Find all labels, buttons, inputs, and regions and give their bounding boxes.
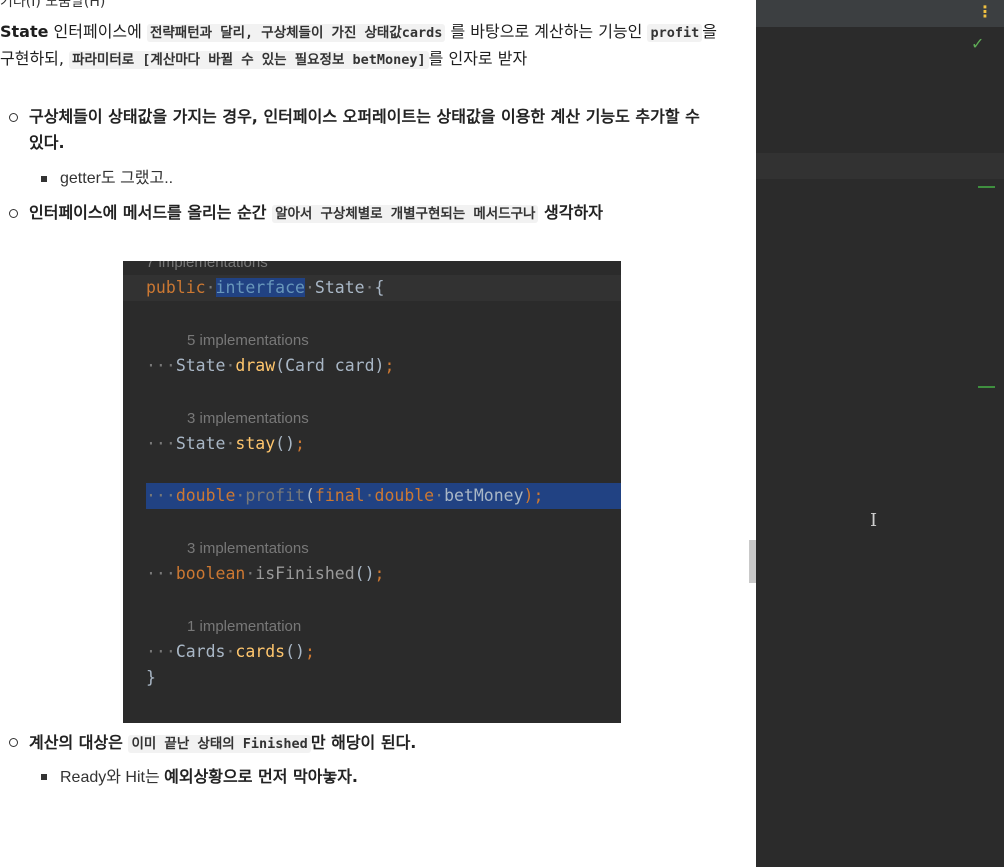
code-hint: 3 implementations bbox=[187, 410, 309, 427]
indent-dots: ··· bbox=[146, 486, 176, 505]
code-keyword: public bbox=[146, 278, 206, 297]
bullet-circle bbox=[9, 209, 18, 218]
code-line: ···boolean·isFinished(); bbox=[146, 564, 385, 583]
bullet-square bbox=[41, 176, 47, 182]
indent-dots: ··· bbox=[146, 356, 176, 375]
more-options-icon[interactable]: ⋮ bbox=[977, 2, 993, 21]
code-hint: 3 implementations bbox=[187, 540, 309, 557]
code-method-unused: isFinished bbox=[255, 564, 355, 583]
list-item-text: 인터페이스에 메서드를 올리는 순간 bbox=[29, 203, 273, 222]
intro-text-1: 인터페이스에 bbox=[48, 22, 147, 41]
intro-text-2: 를 바탕으로 계산하는 기능인 bbox=[445, 22, 648, 41]
code-hint: 1 implementation bbox=[187, 618, 302, 635]
code-method: draw bbox=[235, 356, 276, 375]
list-item-text: 만 해당이 된다. bbox=[310, 733, 417, 752]
gutter-change-marker bbox=[978, 186, 995, 188]
document-pane: 기타(I) 도움말(H) State 인터페이스에 전략패턴과 달리, 구상체들… bbox=[0, 0, 756, 867]
code-keyword: boolean bbox=[175, 564, 246, 583]
code-semicolon: ; bbox=[384, 356, 395, 375]
list-item-text: 계산의 대상은 bbox=[29, 733, 129, 752]
code-args: (Card card) bbox=[275, 356, 385, 375]
code-paren-semicolon: ); bbox=[523, 486, 544, 505]
list-item: Ready와 Hit는 예외상황으로 먼저 막아놓자. bbox=[60, 764, 358, 791]
bullet-circle bbox=[9, 113, 18, 122]
check-icon: ✓ bbox=[971, 34, 985, 53]
list-item: 인터페이스에 메서드를 올리는 순간 알아서 구상체별로 개별구현되는 메서드구… bbox=[29, 200, 719, 227]
intro-code-3: 파라미터로 [계산마다 바뀔 수 있는 필요정보 betMoney] bbox=[69, 51, 429, 69]
gutter-change-marker bbox=[978, 386, 995, 388]
intro-lead: State bbox=[0, 22, 49, 41]
code-keyword-highlight: interface bbox=[215, 278, 305, 297]
code-semicolon: ; bbox=[374, 564, 385, 583]
intro-code-1: 전략패턴과 달리, 구상체들이 가진 상태값cards bbox=[146, 24, 446, 42]
indent-dots: ··· bbox=[146, 564, 176, 583]
text-cursor-icon: I bbox=[870, 510, 878, 531]
code-keyword: double bbox=[374, 486, 435, 505]
code-args: () bbox=[285, 642, 305, 661]
list-item: getter도 그랬고.. bbox=[60, 170, 174, 187]
code-method: stay bbox=[235, 434, 276, 453]
code-keyword: double bbox=[175, 486, 236, 505]
code-args: () bbox=[275, 434, 296, 453]
code-type: State bbox=[175, 434, 226, 453]
code-line: ···Cards·cards(); bbox=[146, 642, 315, 661]
code-hint: 5 implementations bbox=[187, 332, 309, 349]
bullet-square bbox=[41, 774, 47, 780]
ide-editor-pane[interactable]: ⋮ ✓ I bbox=[756, 0, 1004, 867]
document-scrollbar-thumb[interactable] bbox=[749, 540, 756, 583]
intro-code-2: profit bbox=[647, 24, 703, 42]
code-line-selected: ···double·profit(final·double·betMoney); bbox=[146, 483, 621, 509]
code-screenshot-image: 7 implementations public·interface·State… bbox=[123, 261, 621, 723]
intro-text-4: 를 인자로 받자 bbox=[428, 49, 528, 68]
code-line: ···State·draw(Card card); bbox=[146, 356, 395, 375]
code-identifier: State bbox=[314, 278, 365, 297]
code-line: ···State·stay(); bbox=[146, 434, 305, 453]
list-item-text-bold: 예외상황으로 먼저 막아놓자. bbox=[164, 767, 358, 786]
code-paren: ( bbox=[304, 486, 315, 505]
bullet-circle bbox=[9, 738, 18, 747]
list-item-code: 알아서 구상체별로 개별구현되는 메서드구나 bbox=[272, 205, 539, 223]
code-line-current: public·interface·State·{ bbox=[123, 275, 621, 301]
code-args: () bbox=[354, 564, 375, 583]
menu-bar-fragment[interactable]: 기타(I) 도움말(H) bbox=[0, 0, 105, 11]
indent-dots: ··· bbox=[146, 642, 176, 661]
code-keyword: final bbox=[314, 486, 365, 505]
current-line-band bbox=[756, 153, 1004, 179]
code-method-unused: profit bbox=[245, 486, 305, 505]
code-method: cards bbox=[235, 642, 286, 661]
code-type: Cards bbox=[175, 642, 226, 661]
list-item-text: Ready와 Hit는 bbox=[60, 769, 165, 786]
code-param: betMoney bbox=[444, 486, 524, 505]
list-item: 구상체들이 상태값을 가지는 경우, 인터페이스 오퍼레이트는 상태값을 이용한… bbox=[29, 107, 700, 152]
ide-toolbar: ⋮ bbox=[756, 0, 1004, 27]
list-item-code: 이미 끝난 상태의 Finished bbox=[128, 735, 311, 753]
code-hint: 7 implementations bbox=[146, 261, 268, 271]
code-semicolon: ; bbox=[295, 434, 305, 453]
code-brace: { bbox=[374, 278, 385, 297]
code-type: State bbox=[175, 356, 226, 375]
list-item: 계산의 대상은 이미 끝난 상태의 Finished 만 해당이 된다. bbox=[29, 730, 719, 757]
indent-dots: ··· bbox=[146, 434, 176, 453]
code-semicolon: ; bbox=[304, 642, 315, 661]
intro-paragraph: State 인터페이스에 전략패턴과 달리, 구상체들이 가진 상태값cards… bbox=[0, 19, 720, 73]
code-brace: } bbox=[146, 668, 156, 687]
list-item-text: 생각하자 bbox=[538, 203, 603, 222]
